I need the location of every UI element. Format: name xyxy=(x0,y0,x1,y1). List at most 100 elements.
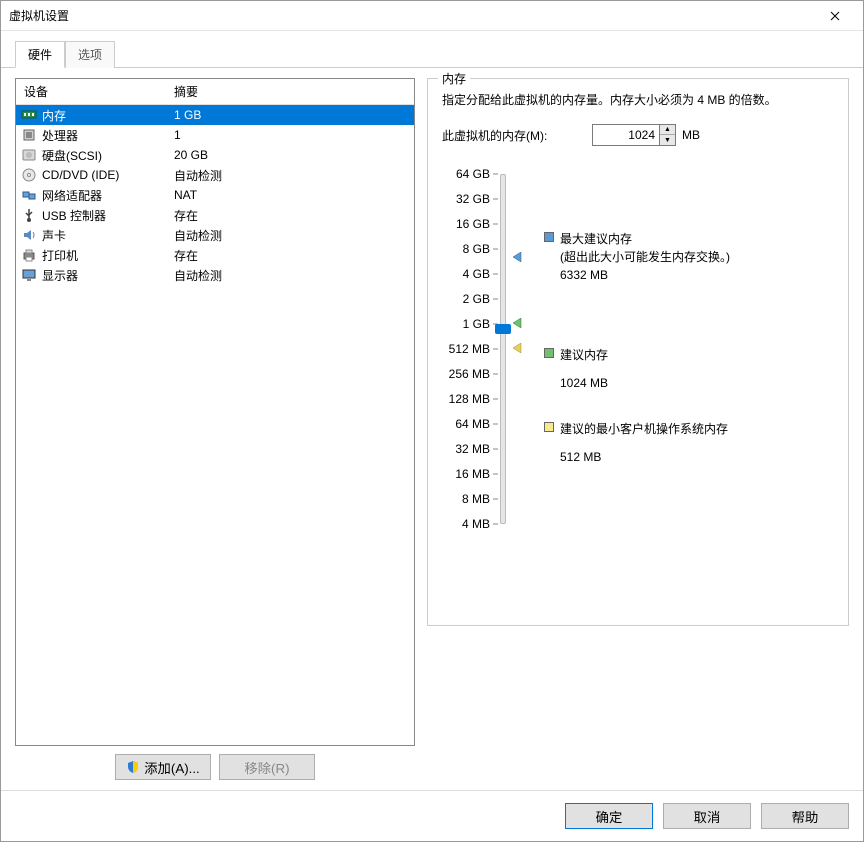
memory-group-title: 内存 xyxy=(438,70,470,87)
help-button[interactable]: 帮助 xyxy=(761,803,849,829)
memory-field-row: 此虚拟机的内存(M): ▲ ▼ MB xyxy=(442,124,834,146)
sound-icon xyxy=(20,227,38,243)
tick-label: 512 MB xyxy=(449,342,490,356)
device-row-label: 内存 xyxy=(42,107,166,124)
remove-button: 移除(R) xyxy=(219,754,315,780)
square-blue-icon xyxy=(544,232,554,242)
device-row-label: 硬盘(SCSI) xyxy=(42,147,166,164)
tick-line xyxy=(493,374,498,375)
legend-recommended: 建议内存 1024 MB xyxy=(544,346,608,392)
tick-label: 64 MB xyxy=(455,417,490,431)
left-panel: 设备 摘要 内存1 GB处理器1硬盘(SCSI)20 GBCD/DVD (IDE… xyxy=(15,68,415,780)
tick-line xyxy=(493,449,498,450)
add-button[interactable]: 添加(A)... xyxy=(115,754,211,780)
slider-markers xyxy=(506,170,534,530)
tab-options[interactable]: 选项 xyxy=(65,41,115,68)
vm-settings-window: 虚拟机设置 硬件 选项 设备 摘要 内存1 GB处理器1硬盘(SCSI)20 G… xyxy=(0,0,864,842)
device-row-disk[interactable]: 硬盘(SCSI)20 GB xyxy=(16,145,414,165)
legend-min-text: 建议的最小客户机操作系统内存 512 MB xyxy=(560,420,728,466)
tick-label: 8 MB xyxy=(462,492,490,506)
tick-line xyxy=(493,174,498,175)
tick-label: 32 MB xyxy=(455,442,490,456)
max-marker xyxy=(512,251,522,265)
tick-line xyxy=(493,224,498,225)
device-row-cpu[interactable]: 处理器1 xyxy=(16,125,414,145)
add-button-label: 添加(A)... xyxy=(144,758,200,777)
tick-line xyxy=(493,299,498,300)
header-device[interactable]: 设备 xyxy=(16,79,166,104)
tick-label: 32 GB xyxy=(456,192,490,206)
right-panel: 内存 指定分配给此虚拟机的内存量。内存大小必须为 4 MB 的倍数。 此虚拟机的… xyxy=(427,68,849,780)
tick-label: 256 MB xyxy=(449,367,490,381)
device-list: 设备 摘要 内存1 GB处理器1硬盘(SCSI)20 GBCD/DVD (IDE… xyxy=(15,78,415,746)
close-button[interactable] xyxy=(815,2,855,30)
legend-recommended-value: 1024 MB xyxy=(560,374,608,392)
tick-label: 4 GB xyxy=(463,267,490,281)
net-icon xyxy=(20,187,38,203)
tick-line xyxy=(493,474,498,475)
cancel-button[interactable]: 取消 xyxy=(663,803,751,829)
device-row-summary: 存在 xyxy=(166,207,414,224)
memory-icon xyxy=(20,107,38,123)
memory-slider-area: 64 GB 32 GB 16 GB 8 GB 4 GB 2 GB 1 GB 512 MB 256… xyxy=(442,170,834,530)
tick-label: 64 GB xyxy=(456,167,490,181)
device-row-label: 打印机 xyxy=(42,247,166,264)
device-row-net[interactable]: 网络适配器NAT xyxy=(16,185,414,205)
legend-max-note: (超出此大小可能发生内存交换。) xyxy=(560,248,730,266)
legend-min-value: 512 MB xyxy=(560,448,728,466)
device-row-printer[interactable]: 打印机存在 xyxy=(16,245,414,265)
tick-label: 16 GB xyxy=(456,217,490,231)
legend-recommended-title: 建议内存 xyxy=(560,346,608,364)
tick-label: 8 GB xyxy=(463,242,490,256)
tick-line xyxy=(493,424,498,425)
device-row-memory[interactable]: 内存1 GB xyxy=(16,105,414,125)
tick-line xyxy=(493,199,498,200)
tick-label: 2 GB xyxy=(463,292,490,306)
remove-button-label: 移除(R) xyxy=(244,758,289,777)
recommended-marker xyxy=(512,317,522,331)
device-row-summary: 1 xyxy=(166,128,414,142)
disk-icon xyxy=(20,147,38,163)
memory-input[interactable] xyxy=(592,124,660,146)
dialog-footer: 确定 取消 帮助 xyxy=(1,790,863,841)
list-button-row: 添加(A)... 移除(R) xyxy=(15,754,415,780)
tab-strip: 硬件 选项 xyxy=(1,31,863,68)
tick-line xyxy=(493,274,498,275)
device-row-cd[interactable]: CD/DVD (IDE)自动检测 xyxy=(16,165,414,185)
tick-line xyxy=(493,249,498,250)
ok-button[interactable]: 确定 xyxy=(565,803,653,829)
device-row-sound[interactable]: 声卡自动检测 xyxy=(16,225,414,245)
header-summary[interactable]: 摘要 xyxy=(166,79,414,104)
device-row-summary: 自动检测 xyxy=(166,167,414,184)
device-row-monitor[interactable]: 显示器自动检测 xyxy=(16,265,414,285)
monitor-icon xyxy=(20,267,38,283)
device-row-label: 声卡 xyxy=(42,227,166,244)
spinner-up-button[interactable]: ▲ xyxy=(660,125,675,135)
device-row-usb[interactable]: USB 控制器存在 xyxy=(16,205,414,225)
slider-legend: 最大建议内存 (超出此大小可能发生内存交换。) 6332 MB 建议内存 102… xyxy=(544,170,834,530)
triangle-left-blue-icon xyxy=(512,252,522,262)
printer-icon xyxy=(20,247,38,263)
tick-label: 1 GB xyxy=(463,317,490,331)
tick-label: 16 MB xyxy=(455,467,490,481)
tab-hardware[interactable]: 硬件 xyxy=(15,41,65,68)
legend-max-title: 最大建议内存 xyxy=(560,230,730,248)
tick-line xyxy=(493,399,498,400)
legend-max: 最大建议内存 (超出此大小可能发生内存交换。) 6332 MB xyxy=(544,230,730,284)
device-row-label: USB 控制器 xyxy=(42,207,166,224)
device-row-summary: NAT xyxy=(166,188,414,202)
memory-group: 内存 指定分配给此虚拟机的内存量。内存大小必须为 4 MB 的倍数。 此虚拟机的… xyxy=(427,78,849,626)
device-row-summary: 20 GB xyxy=(166,148,414,162)
legend-max-value: 6332 MB xyxy=(560,266,730,284)
titlebar: 虚拟机设置 xyxy=(1,1,863,31)
square-yellow-icon xyxy=(544,422,554,432)
tick-label: 4 MB xyxy=(462,517,490,531)
spinner-down-button[interactable]: ▼ xyxy=(660,135,675,145)
device-row-label: 显示器 xyxy=(42,267,166,284)
square-green-icon xyxy=(544,348,554,358)
device-row-label: CD/DVD (IDE) xyxy=(42,168,166,182)
device-row-summary: 1 GB xyxy=(166,108,414,122)
legend-min: 建议的最小客户机操作系统内存 512 MB xyxy=(544,420,728,466)
tick-label: 128 MB xyxy=(449,392,490,406)
legend-max-text: 最大建议内存 (超出此大小可能发生内存交换。) 6332 MB xyxy=(560,230,730,284)
